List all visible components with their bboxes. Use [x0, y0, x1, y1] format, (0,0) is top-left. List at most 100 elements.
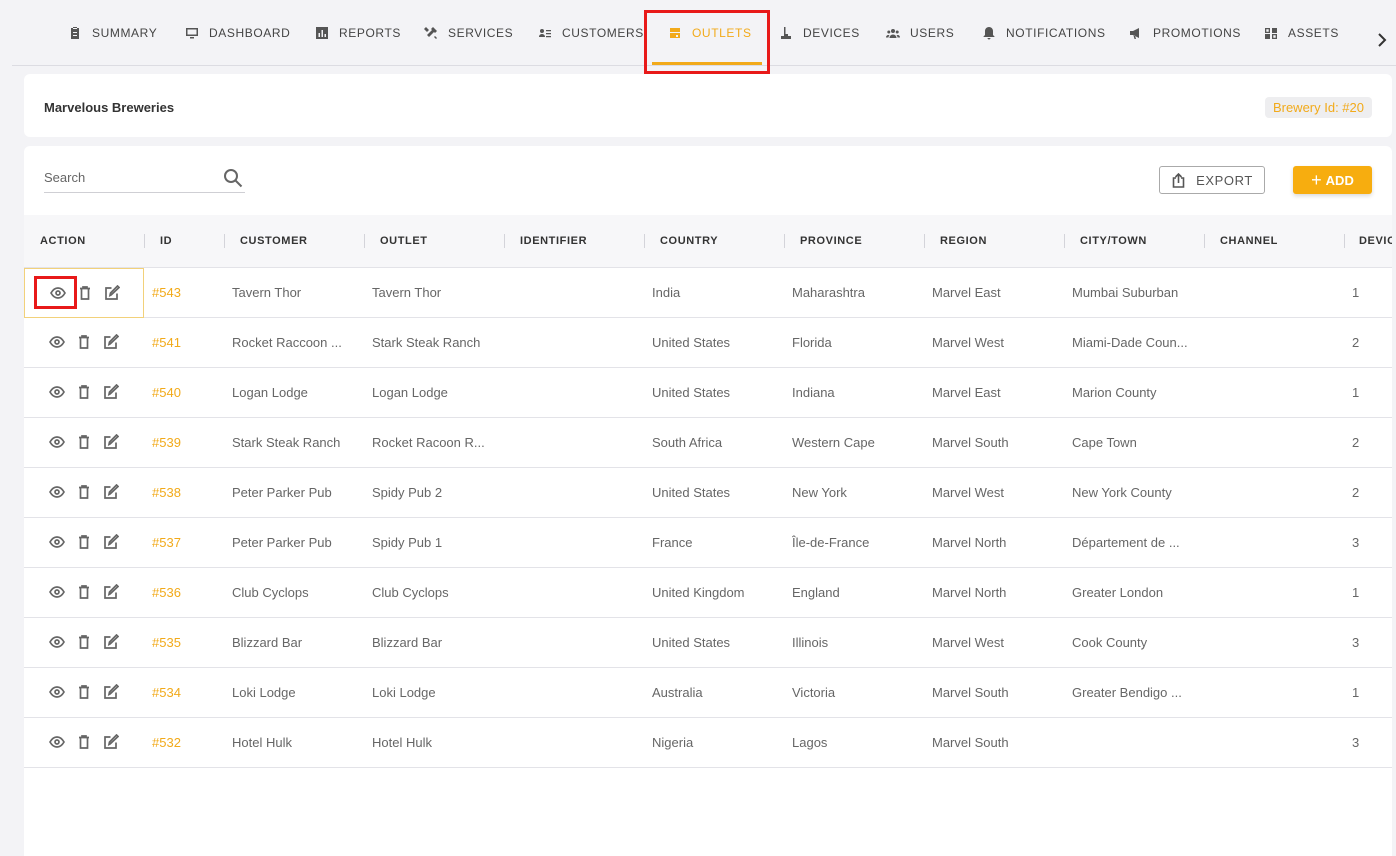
trash-icon — [79, 535, 89, 549]
cell-id[interactable]: #540 — [152, 385, 222, 400]
table-row: #538 Peter Parker Pub Spidy Pub 2 United… — [24, 468, 1392, 518]
edit-button[interactable] — [103, 733, 120, 750]
trash-icon — [79, 585, 89, 599]
cell-id[interactable]: #535 — [152, 635, 222, 650]
view-button[interactable] — [49, 684, 65, 700]
delete-button[interactable] — [76, 434, 92, 450]
nav-next-button[interactable] — [1376, 31, 1388, 49]
column-header-outlet[interactable]: OUTLET — [380, 235, 428, 247]
edit-button[interactable] — [104, 284, 121, 301]
cell-region: Marvel South — [932, 435, 1009, 450]
delete-button[interactable] — [77, 285, 93, 301]
edit-button[interactable] — [103, 483, 120, 500]
cell-id[interactable]: #536 — [152, 585, 222, 600]
column-header-customer[interactable]: CUSTOMER — [240, 235, 308, 247]
column-header-city[interactable]: CITY/TOWN — [1080, 235, 1147, 247]
tab-assets[interactable]: ASSETS — [1264, 0, 1339, 66]
tab-users[interactable]: USERS — [886, 0, 954, 66]
cell-id[interactable]: #538 — [152, 485, 222, 500]
edit-button[interactable] — [103, 683, 120, 700]
edit-button[interactable] — [103, 433, 120, 450]
edit-icon — [104, 683, 120, 699]
trash-icon — [79, 635, 89, 649]
column-header-country[interactable]: COUNTRY — [660, 235, 718, 247]
column-header-channel[interactable]: CHANNEL — [1220, 235, 1278, 247]
tab-promotions[interactable]: PROMOTIONS — [1129, 0, 1241, 66]
search-icon[interactable] — [223, 168, 243, 188]
delete-button[interactable] — [76, 734, 92, 750]
column-header-province[interactable]: PROVINCE — [800, 235, 862, 247]
column-separator — [1064, 234, 1065, 248]
cell-devices: 3 — [1352, 535, 1360, 550]
search-input[interactable] — [44, 170, 214, 185]
export-button[interactable]: EXPORT — [1159, 166, 1265, 194]
tab-devices[interactable]: DEVICES — [779, 0, 860, 66]
eye-icon — [49, 636, 65, 648]
eye-icon — [49, 336, 65, 348]
view-button[interactable] — [49, 434, 65, 450]
cell-region: Marvel North — [932, 535, 1007, 550]
column-header-id[interactable]: ID — [160, 235, 172, 247]
delete-button[interactable] — [76, 684, 92, 700]
cell-devices: 2 — [1352, 435, 1360, 450]
trash-icon — [79, 485, 89, 499]
cell-devices: 2 — [1352, 335, 1360, 350]
cell-country: France — [652, 535, 693, 550]
view-button[interactable] — [49, 484, 65, 500]
column-header-region[interactable]: REGION — [940, 235, 987, 247]
delete-button[interactable] — [76, 484, 92, 500]
delete-button[interactable] — [76, 584, 92, 600]
view-button[interactable] — [49, 584, 65, 600]
view-button[interactable] — [49, 534, 65, 550]
highlight-outlets-tab — [644, 10, 770, 74]
table-row: #541 Rocket Raccoon ... Stark Steak Ranc… — [24, 318, 1392, 368]
edit-button[interactable] — [103, 633, 120, 650]
tab-notifications[interactable]: NOTIFICATIONS — [982, 0, 1106, 66]
cell-id[interactable]: #539 — [152, 435, 222, 450]
tab-reports[interactable]: REPORTS — [315, 0, 401, 66]
column-header-devices[interactable]: DEVIC — [1359, 235, 1392, 247]
edit-button[interactable] — [103, 533, 120, 550]
delete-button[interactable] — [76, 334, 92, 350]
cell-id[interactable]: #543 — [152, 285, 222, 300]
column-separator — [504, 234, 505, 248]
view-button[interactable] — [49, 384, 65, 400]
cell-id[interactable]: #532 — [152, 735, 222, 750]
view-button[interactable] — [49, 734, 65, 750]
cell-country: Nigeria — [652, 735, 694, 750]
add-button[interactable]: + ADD — [1293, 166, 1372, 194]
tab-services[interactable]: SERVICES — [424, 0, 513, 66]
cell-country: United States — [652, 485, 731, 500]
trash-icon — [79, 335, 89, 349]
cell-id[interactable]: #541 — [152, 335, 222, 350]
cell-devices: 1 — [1352, 385, 1360, 400]
tab-dashboard[interactable]: DASHBOARD — [185, 0, 290, 66]
tab-label: CUSTOMERS — [562, 26, 644, 40]
chevron-right-icon — [1378, 33, 1387, 47]
delete-button[interactable] — [76, 534, 92, 550]
column-header-identifier[interactable]: IDENTIFIER — [520, 235, 587, 247]
eye-icon — [49, 736, 65, 748]
cell-province: Île-de-France — [792, 535, 870, 550]
cell-region: Marvel West — [932, 635, 1004, 650]
edit-button[interactable] — [103, 333, 120, 350]
tab-summary[interactable]: SUMMARY — [68, 0, 157, 66]
cell-city: Cape Town — [1072, 435, 1137, 450]
edit-icon — [104, 433, 120, 449]
delete-button[interactable] — [76, 634, 92, 650]
edit-icon — [104, 383, 120, 399]
delete-button[interactable] — [76, 384, 92, 400]
edit-icon — [104, 633, 120, 649]
tab-customers[interactable]: CUSTOMERS — [538, 0, 644, 66]
cell-city: Marion County — [1072, 385, 1157, 400]
view-button[interactable] — [49, 334, 65, 350]
view-button[interactable] — [49, 634, 65, 650]
cell-id[interactable]: #534 — [152, 685, 222, 700]
cell-devices: 1 — [1352, 285, 1360, 300]
cell-outlet: Club Cyclops — [372, 585, 449, 600]
cell-country: United States — [652, 385, 731, 400]
edit-button[interactable] — [103, 583, 120, 600]
cell-id[interactable]: #537 — [152, 535, 222, 550]
edit-icon — [104, 333, 120, 349]
edit-button[interactable] — [103, 383, 120, 400]
